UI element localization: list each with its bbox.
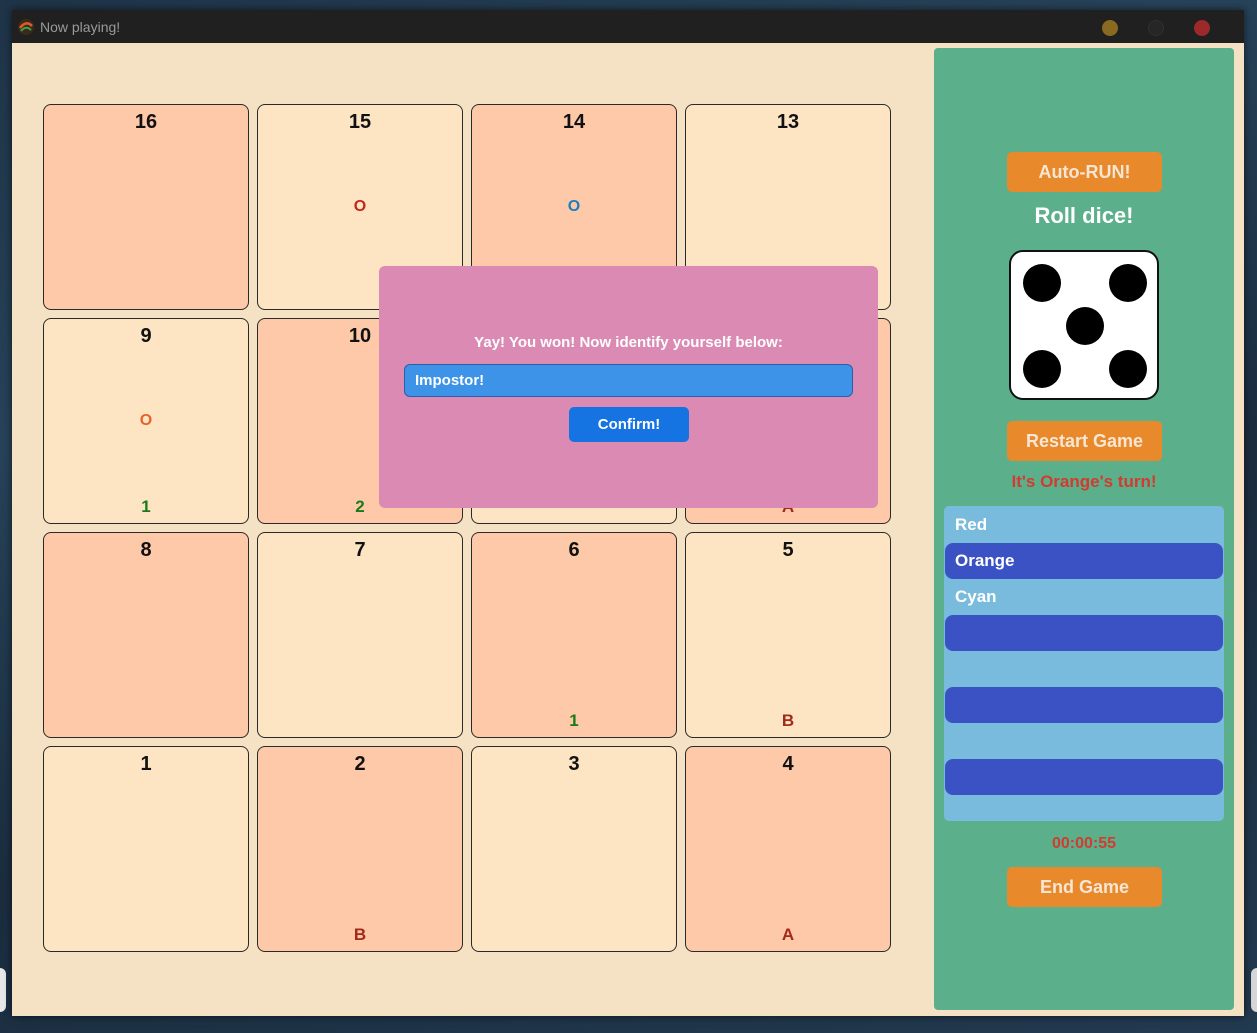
player-row[interactable] [945,759,1223,795]
board-cell[interactable]: 8 [43,532,249,738]
board-cell[interactable]: 7 [257,532,463,738]
game-area: 1615O14O139O1102A87615B12B34A Yay! You w… [12,43,1244,1016]
cell-number: 14 [562,111,586,133]
player-token: O [353,198,367,215]
cell-number: 13 [776,111,800,133]
app-window: Now playing! 1615O14O139O1102A87615B12B3… [12,10,1244,1016]
title-bar: Now playing! [12,10,1244,43]
win-message: Yay! You won! Now identify yourself belo… [474,334,783,351]
confirm-button[interactable]: Confirm! [569,407,689,442]
board-cell[interactable]: 1 [43,746,249,952]
roll-dice-label: Roll dice! [1034,203,1134,228]
app-logo-icon [18,19,34,35]
dice-pip [1066,307,1104,345]
cell-number: 1 [140,753,152,775]
board-cell[interactable]: 61 [471,532,677,738]
auto-run-button[interactable]: Auto-RUN! [1007,152,1162,192]
dice-pip [1109,264,1147,302]
player-token: O [567,198,581,215]
dice-pip [1109,350,1147,388]
player-row[interactable] [945,615,1223,651]
dice[interactable] [1009,250,1159,400]
dice-pip [1023,350,1061,388]
cell-number: 3 [568,753,580,775]
board-cell[interactable]: 3 [471,746,677,952]
board-cell[interactable]: 2B [257,746,463,952]
player-token: O [139,412,153,429]
cell-number: 16 [134,111,158,133]
player-row[interactable]: Red [945,507,1223,543]
restart-game-button[interactable]: Restart Game [1007,421,1162,461]
game-board: 1615O14O139O1102A87615B12B34A [43,104,895,956]
cell-marker: A [781,925,795,944]
cell-number: 5 [782,539,794,561]
cell-number: 7 [354,539,366,561]
cell-marker: 1 [569,711,579,730]
end-game-button[interactable]: End Game [1007,867,1162,907]
cell-number: 8 [140,539,152,561]
game-timer: 00:00:55 [1051,835,1117,852]
dice-pip [1023,264,1061,302]
board-cell[interactable]: 4A [685,746,891,952]
turn-indicator: It's Orange's turn! [1011,472,1157,491]
minimize-button[interactable] [1102,20,1118,36]
player-list: Red Orange Cyan [944,506,1224,821]
board-cell[interactable]: 5B [685,532,891,738]
player-row[interactable]: Orange [945,543,1223,579]
cell-marker: B [353,925,367,944]
cell-marker: 1 [141,497,151,516]
desktop-edge [1251,968,1257,1012]
cell-number: 15 [348,111,372,133]
desktop-edge [0,968,6,1012]
board-cell[interactable]: 9 O 1 [43,318,249,524]
cell-number: 6 [568,539,580,561]
player-row[interactable] [945,723,1223,759]
cell-number: 2 [354,753,366,775]
window-title: Now playing! [40,19,121,35]
name-input[interactable] [404,364,853,397]
cell-number: 9 [140,325,152,347]
cell-marker: B [781,711,795,730]
side-panel: Auto-RUN! Roll dice! Restart Game It's O… [934,48,1234,1010]
player-row[interactable] [945,687,1223,723]
player-row[interactable]: Cyan [945,579,1223,615]
win-dialog: Yay! You won! Now identify yourself belo… [379,266,878,508]
maximize-button[interactable] [1148,20,1164,36]
close-button[interactable] [1194,20,1210,36]
board-cell[interactable]: 16 [43,104,249,310]
player-row[interactable] [945,651,1223,687]
cell-number: 4 [782,753,794,775]
